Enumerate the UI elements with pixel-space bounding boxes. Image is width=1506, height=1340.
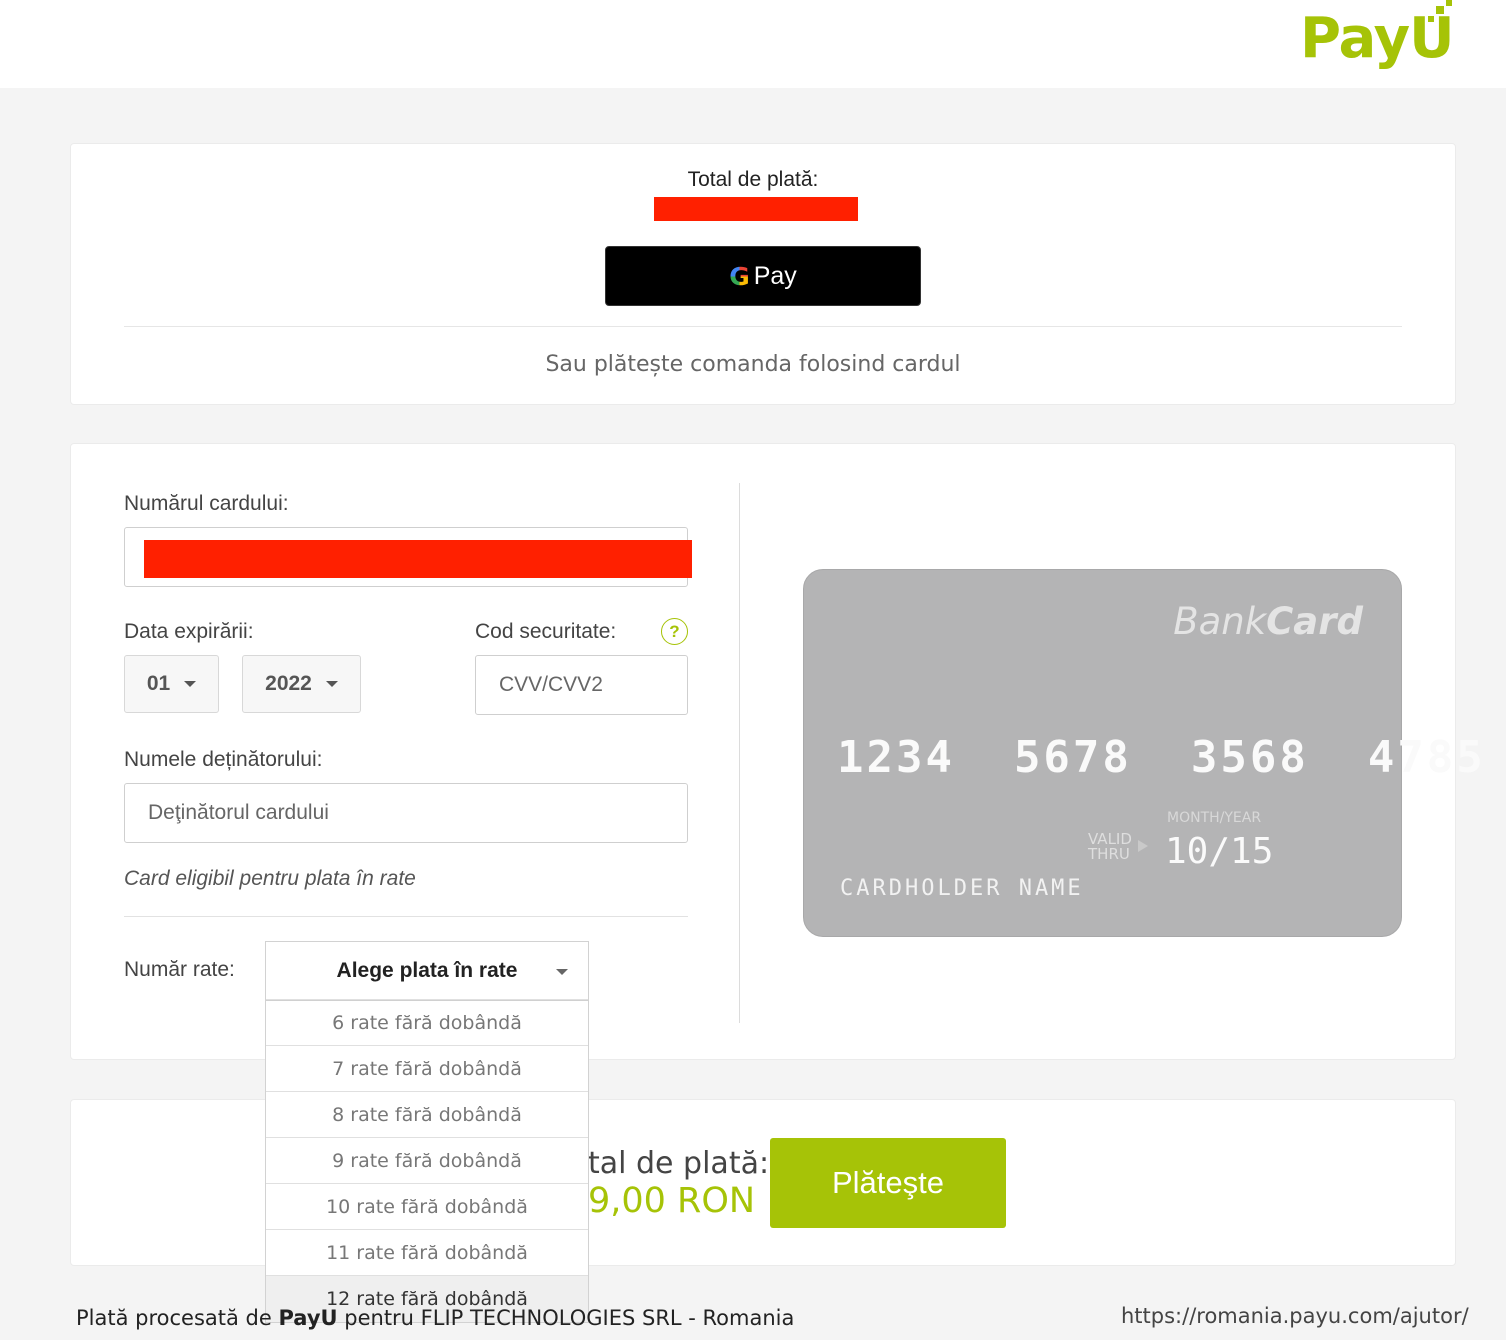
checkout-total-label: tal de plată: xyxy=(588,1146,770,1181)
installment-option[interactable]: 6 rate fără dobândă xyxy=(266,1000,588,1046)
installments-label: Număr rate: xyxy=(124,958,235,981)
divider xyxy=(124,326,1402,327)
or-pay-by-card-text: Sau plătește comanda folosind cardul xyxy=(545,352,961,377)
installment-option[interactable]: 11 rate fără dobândă xyxy=(266,1230,588,1276)
payu-logo: PayU xyxy=(1300,0,1460,76)
installment-option[interactable]: 7 rate fără dobândă xyxy=(266,1046,588,1092)
footer-processed-by: Plată procesată de PayU pentru FLIP TECH… xyxy=(76,1306,794,1330)
logo-dot-icon xyxy=(1436,6,1444,14)
google-pay-button[interactable]: G Pay xyxy=(605,246,921,306)
vertical-divider xyxy=(739,483,740,1023)
google-pay-label: Pay xyxy=(753,261,797,290)
card-number-label: Numărul cardului: xyxy=(124,492,289,515)
card-preview-brand: BankCard xyxy=(1173,600,1363,643)
card-preview-expiry: 10/15 xyxy=(1165,831,1274,872)
card-brand-light: Bank xyxy=(1173,600,1267,643)
card-preview: BankCard 1234 5678 3568 4785 VALID THRU … xyxy=(803,569,1483,937)
expiry-month-select[interactable]: 01 xyxy=(124,655,219,713)
pay-button[interactable]: Plăteşte xyxy=(770,1138,1006,1228)
cvv-input[interactable]: CVV/CVV2 xyxy=(475,655,688,715)
logo-dot-icon xyxy=(1446,0,1452,6)
expiry-year-value: 2022 xyxy=(265,672,312,695)
cvv-label: Cod securitate: xyxy=(475,620,617,643)
holder-name-input[interactable]: Deţinătorul cardului xyxy=(124,783,688,843)
top-bar: PayU xyxy=(0,0,1506,88)
holder-name-placeholder: Deţinătorul cardului xyxy=(148,801,329,824)
total-label: Total de plată: xyxy=(687,168,819,191)
arrow-right-icon xyxy=(1138,840,1148,852)
cvv-placeholder: CVV/CVV2 xyxy=(499,673,603,696)
redacted-total-amount xyxy=(654,197,858,221)
installments-select[interactable]: Alege plata în rate xyxy=(266,942,588,1000)
installments-dropdown[interactable]: Alege plata în rate 6 rate fără dobândă … xyxy=(265,941,589,1323)
card-preview-number: 1234 5678 3568 4785 xyxy=(837,732,1486,783)
checkout-total-value: 9,00 RON xyxy=(588,1181,756,1221)
footer-prefix: Plată procesată de xyxy=(76,1306,279,1330)
cvv-help-icon[interactable]: ? xyxy=(661,618,688,645)
help-link[interactable]: https://romania.payu.com/ajutor/ xyxy=(1121,1304,1469,1328)
installment-option[interactable]: 10 rate fără dobândă xyxy=(266,1184,588,1230)
logo-dot-icon xyxy=(1428,16,1434,22)
chevron-down-icon xyxy=(184,681,197,687)
expiry-label: Data expirării: xyxy=(124,620,254,643)
google-g-icon: G xyxy=(729,261,750,291)
chevron-down-icon xyxy=(325,681,338,687)
installments-eligible-text: Card eligibil pentru plata în rate xyxy=(124,867,416,890)
redacted-card-number xyxy=(144,540,692,578)
expiry-year-select[interactable]: 2022 xyxy=(242,655,361,713)
chevron-down-icon xyxy=(556,969,568,975)
holder-name-label: Numele deținătorului: xyxy=(124,748,323,771)
installment-option[interactable]: 8 rate fără dobândă xyxy=(266,1092,588,1138)
expiry-month-value: 01 xyxy=(146,672,171,695)
card-preview-month-year-label: MONTH/YEAR xyxy=(1167,810,1262,826)
logo-text-main: Pay xyxy=(1300,6,1410,71)
card-preview-valid-thru: VALID THRU xyxy=(1088,830,1132,863)
divider xyxy=(124,916,688,917)
footer-suffix: pentru FLIP TECHNOLOGIES SRL - Romania xyxy=(337,1306,795,1330)
card-preview-holder: CARDHOLDER NAME xyxy=(840,876,1084,901)
card-brand-bold: Card xyxy=(1266,600,1363,643)
footer-brand: PayU xyxy=(278,1306,338,1330)
installment-option[interactable]: 9 rate fără dobândă xyxy=(266,1138,588,1184)
installments-selected-value: Alege plata în rate xyxy=(336,958,518,982)
